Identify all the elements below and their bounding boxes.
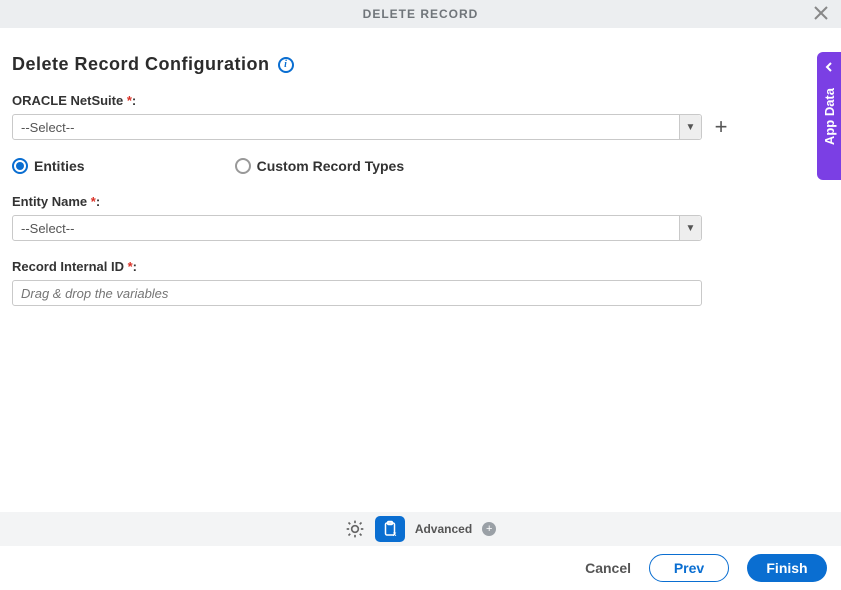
clipboard-delete-icon[interactable]: x bbox=[375, 516, 405, 542]
record-internal-id-input[interactable] bbox=[12, 280, 702, 306]
connection-label: ORACLE NetSuite *: bbox=[12, 93, 829, 108]
radio-custom-record-types[interactable]: Custom Record Types bbox=[235, 158, 405, 174]
connection-row: --Select-- ▼ + bbox=[12, 114, 829, 140]
info-icon[interactable]: i bbox=[278, 57, 294, 73]
radio-custom-label: Custom Record Types bbox=[257, 158, 405, 174]
connection-select-value: --Select-- bbox=[21, 120, 74, 135]
entity-name-select-value: --Select-- bbox=[21, 221, 74, 236]
connection-select[interactable]: --Select-- ▼ bbox=[12, 114, 702, 140]
app-data-tab[interactable]: App Data bbox=[817, 52, 841, 180]
bottom-bar: x Advanced + bbox=[0, 512, 841, 546]
radio-entities-label: Entities bbox=[34, 158, 85, 174]
record-type-radio-group: Entities Custom Record Types bbox=[12, 158, 829, 174]
finish-button[interactable]: Finish bbox=[747, 554, 827, 582]
required-asterisk: * bbox=[91, 194, 96, 209]
chevron-down-icon: ▼ bbox=[679, 216, 701, 240]
record-internal-id-label: Record Internal ID *: bbox=[12, 259, 829, 274]
cancel-button[interactable]: Cancel bbox=[585, 560, 631, 576]
radio-button-icon bbox=[235, 158, 251, 174]
radio-entities[interactable]: Entities bbox=[12, 158, 85, 174]
page-title-row: Delete Record Configuration i bbox=[12, 54, 829, 75]
entity-name-select[interactable]: --Select-- ▼ bbox=[12, 215, 702, 241]
chevron-left-icon bbox=[824, 62, 834, 72]
radio-button-icon bbox=[12, 158, 28, 174]
advanced-label: Advanced bbox=[415, 522, 472, 536]
footer: Cancel Prev Finish bbox=[0, 546, 841, 590]
prev-button[interactable]: Prev bbox=[649, 554, 729, 582]
gear-icon[interactable] bbox=[345, 519, 365, 539]
content-area: Delete Record Configuration i ORACLE Net… bbox=[0, 28, 841, 306]
chevron-down-icon: ▼ bbox=[679, 115, 701, 139]
advanced-expand-icon[interactable]: + bbox=[482, 522, 496, 536]
add-connection-icon[interactable]: + bbox=[712, 118, 730, 136]
modal-title: DELETE RECORD bbox=[363, 7, 479, 21]
close-icon[interactable] bbox=[813, 5, 831, 23]
app-data-tab-label: App Data bbox=[822, 88, 837, 145]
svg-text:x: x bbox=[393, 532, 397, 538]
page-title: Delete Record Configuration bbox=[12, 54, 270, 75]
required-asterisk: * bbox=[128, 259, 133, 274]
modal-header: DELETE RECORD bbox=[0, 0, 841, 28]
required-asterisk: * bbox=[127, 93, 132, 108]
entity-name-label: Entity Name *: bbox=[12, 194, 829, 209]
